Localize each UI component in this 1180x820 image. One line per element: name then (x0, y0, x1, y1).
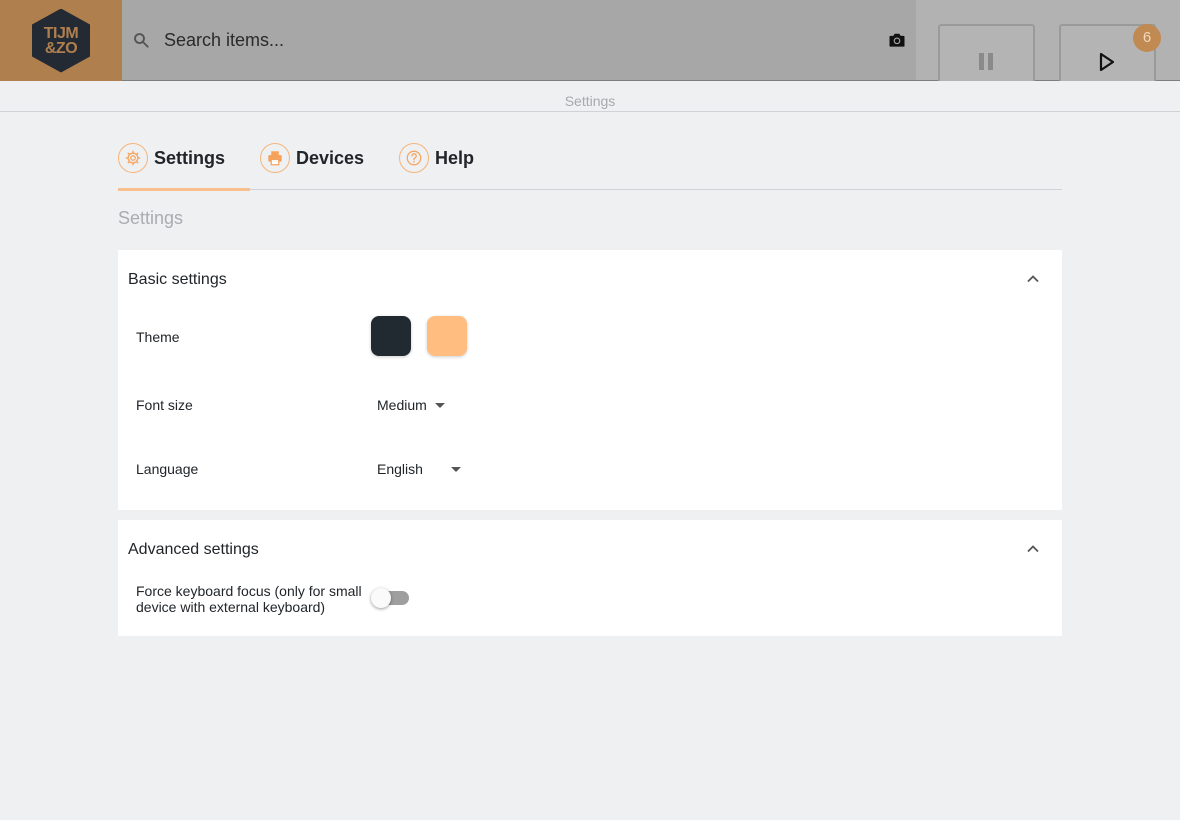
font-size-value: Medium (377, 397, 427, 413)
camera-icon[interactable] (887, 30, 907, 50)
keyboard-focus-label: Force keyboard focus (only for small dev… (136, 583, 362, 615)
theme-dark-swatch[interactable] (371, 316, 411, 356)
tab-bar: Settings Devices Help (118, 138, 1062, 191)
search-icon (134, 33, 149, 48)
page-title: Settings (118, 208, 184, 228)
basic-settings-panel: Basic settings Theme Font size Medium La… (118, 250, 1062, 510)
keyboard-focus-toggle[interactable] (371, 588, 409, 608)
tab-settings-label: Settings (154, 147, 226, 168)
theme-light-swatch[interactable] (427, 316, 467, 356)
language-label: Language (136, 461, 199, 477)
logo-text-line1: TIJM (43, 24, 79, 42)
language-select[interactable]: English (377, 461, 461, 477)
breadcrumb-label: Settings (564, 93, 616, 109)
play-icon (1099, 52, 1115, 72)
breadcrumb: Settings (0, 81, 1180, 112)
search-bar (122, 0, 916, 80)
logo-text-line2: &ZO (44, 39, 78, 57)
chevron-up-icon[interactable] (1026, 272, 1040, 286)
logo-hexagon: TIJM &ZO (32, 8, 90, 73)
keyboard-focus-label-line2: device with external keyboard) (136, 599, 326, 615)
caret-down-icon (451, 466, 461, 472)
logo[interactable]: TIJM &ZO (0, 0, 122, 81)
tab-help-label: Help (435, 147, 475, 168)
help-icon (399, 143, 429, 173)
top-bar: TIJM &ZO 6 (0, 0, 1180, 81)
theme-label: Theme (136, 329, 180, 345)
tab-devices-label: Devices (296, 147, 365, 168)
tab-settings[interactable]: Settings (118, 138, 250, 191)
language-value: English (377, 461, 423, 477)
pause-button[interactable] (938, 24, 1035, 81)
advanced-settings-panel: Advanced settings Force keyboard focus (… (118, 520, 1062, 636)
font-size-select[interactable]: Medium (377, 397, 445, 413)
toggle-knob (371, 588, 391, 608)
chevron-up-icon[interactable] (1026, 542, 1040, 556)
search-input[interactable] (164, 24, 864, 56)
pause-icon (979, 53, 993, 70)
advanced-settings-header[interactable]: Advanced settings (128, 541, 259, 559)
queue-count-badge: 6 (1133, 24, 1161, 52)
gear-icon (118, 143, 148, 173)
basic-settings-header[interactable]: Basic settings (128, 271, 227, 289)
printer-icon (260, 143, 290, 173)
font-size-label: Font size (136, 397, 193, 413)
caret-down-icon (434, 402, 445, 408)
tab-devices[interactable]: Devices (260, 138, 380, 190)
tab-help[interactable]: Help (399, 138, 499, 190)
keyboard-focus-label-line1: Force keyboard focus (only for small (136, 583, 362, 599)
